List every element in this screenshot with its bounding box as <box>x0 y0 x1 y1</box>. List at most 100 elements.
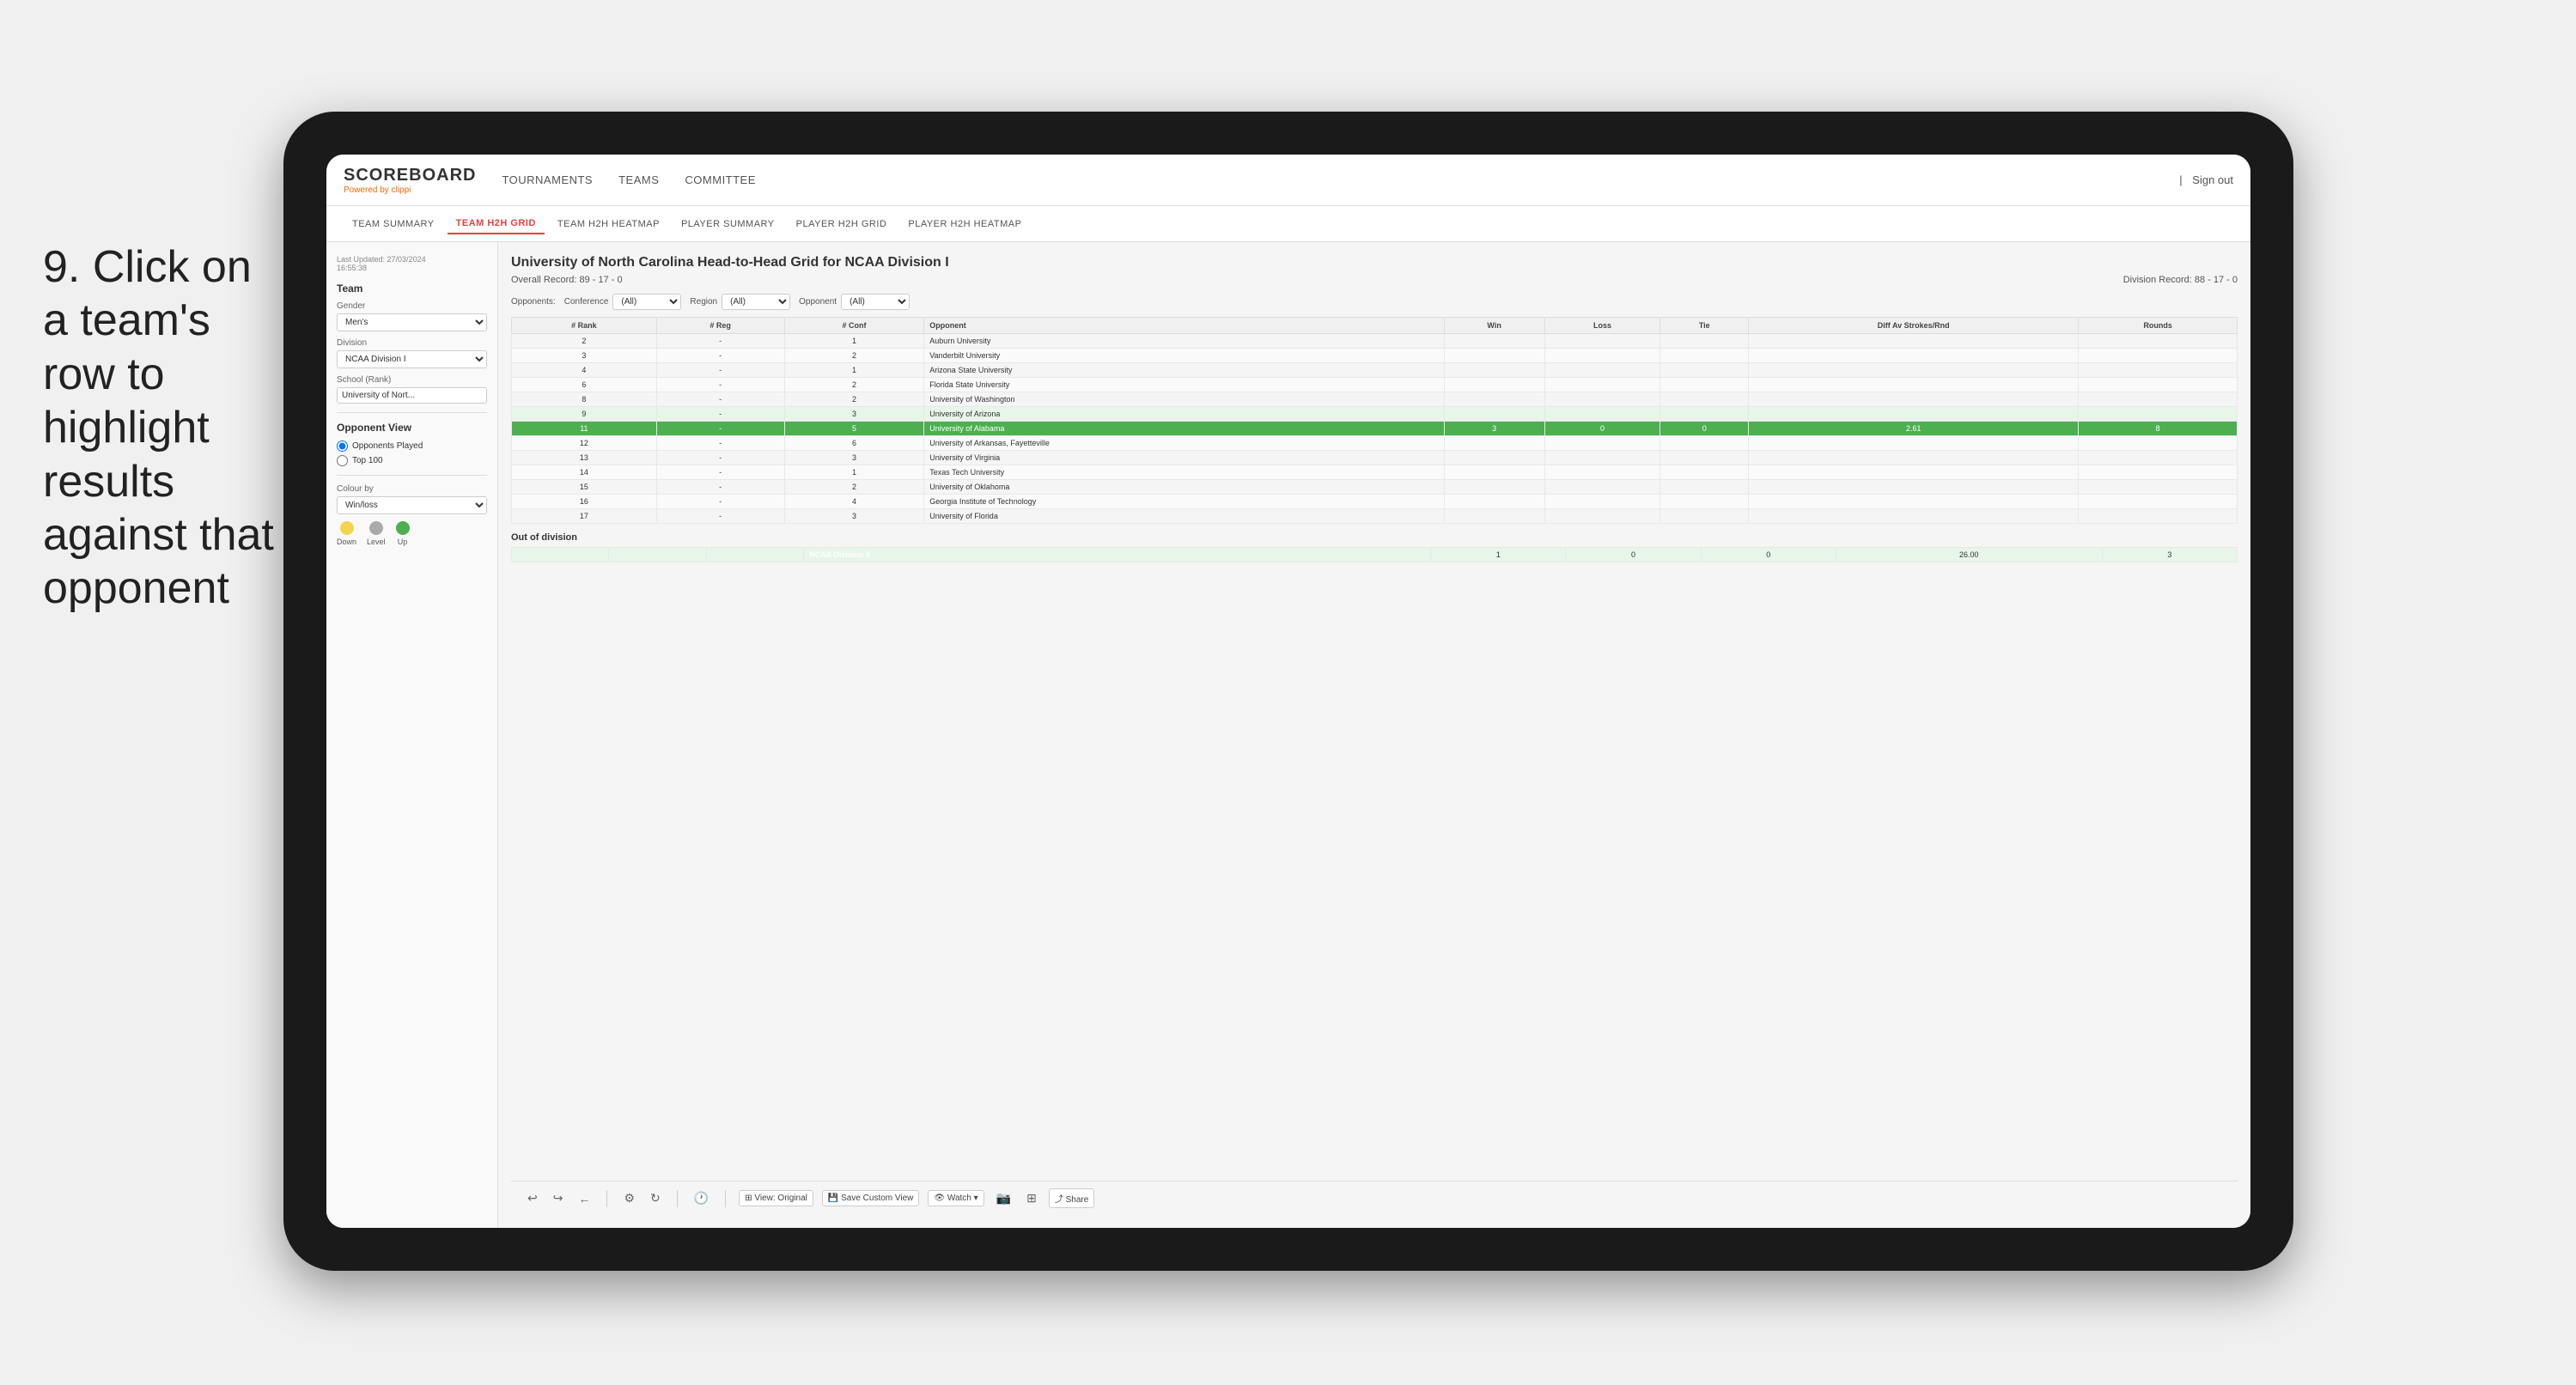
opponent-select[interactable]: (All) <box>841 294 910 310</box>
region-label: Region <box>690 297 717 307</box>
tab-player-h2h-grid[interactable]: PLAYER H2H GRID <box>788 215 896 234</box>
conference-select[interactable]: (All) <box>612 294 681 310</box>
table-row[interactable]: 9-3University of Arizona <box>512 407 2238 422</box>
out-of-division-table: NCAA Division II10026.003 <box>511 547 2238 562</box>
filter-opponent: Opponent (All) <box>799 294 910 310</box>
camera-btn[interactable]: 📷 <box>993 1189 1014 1207</box>
toolbar-sep2 <box>677 1190 678 1207</box>
radio-top-100[interactable]: Top 100 <box>337 455 487 466</box>
out-of-division-label: Out of division <box>511 532 2238 543</box>
region-select[interactable]: (All) <box>722 294 790 310</box>
clock-btn[interactable]: 🕐 <box>691 1189 712 1207</box>
logo-scoreboard: SCOREBOARD <box>344 166 476 185</box>
table-row[interactable]: 8-2University of Washington <box>512 392 2238 407</box>
records-row: Overall Record: 89 - 17 - 0 Division Rec… <box>511 275 2238 285</box>
nav-tournaments[interactable]: TOURNAMENTS <box>502 169 593 191</box>
instruction-text: 9. Click on a team's row to highlight re… <box>43 240 283 616</box>
tablet-screen: SCOREBOARD Powered by clippi TOURNAMENTS… <box>326 155 2250 1228</box>
table-container: # Rank # Reg # Conf Opponent Win Loss Ti… <box>511 317 2238 1181</box>
logo-area: SCOREBOARD Powered by clippi <box>344 166 476 195</box>
legend-down-label: Down <box>337 538 356 546</box>
gender-label: Gender <box>337 301 487 311</box>
legend-row: Down Level Up <box>337 521 487 546</box>
sub-nav: TEAM SUMMARY TEAM H2H GRID TEAM H2H HEAT… <box>326 206 2250 242</box>
colour-by-select[interactable]: Win/loss <box>337 496 487 514</box>
undo-btn[interactable]: ↩ <box>524 1189 541 1207</box>
col-opponent: Opponent <box>924 318 1444 334</box>
table-row[interactable]: 13-3University of Virginia <box>512 451 2238 465</box>
colour-by-label: Colour by <box>337 484 487 494</box>
instruction-number: 9. <box>43 242 80 292</box>
watch-btn[interactable]: 👁 Watch ▾ <box>928 1190 984 1206</box>
legend-down-circle <box>340 521 354 535</box>
logo-powered: Powered by clippi <box>344 185 476 195</box>
filter-conference: Conference (All) <box>564 294 682 310</box>
save-custom-btn[interactable]: 💾 Save Custom View <box>822 1190 920 1206</box>
sign-out-area[interactable]: | Sign out <box>2179 173 2233 186</box>
filter-opponents: Opponents: <box>511 297 556 307</box>
view-original-btn[interactable]: ⊞ View: Original <box>739 1190 813 1206</box>
table-row[interactable]: 6-2Florida State University <box>512 378 2238 392</box>
legend-level-circle <box>369 521 383 535</box>
tab-team-h2h-grid[interactable]: TEAM H2H GRID <box>448 214 545 234</box>
grid-btn[interactable]: ⊞ <box>1023 1189 1040 1207</box>
share-btn[interactable]: ⤴ Share <box>1049 1188 1094 1208</box>
col-diff: Diff Av Strokes/Rnd <box>1749 318 2079 334</box>
divider2 <box>337 475 487 476</box>
back-btn[interactable]: ← <box>575 1190 594 1207</box>
filter-region: Region (All) <box>690 294 790 310</box>
table-row[interactable]: 12-6University of Arkansas, Fayetteville <box>512 436 2238 451</box>
conference-label: Conference <box>564 297 609 307</box>
tab-player-h2h-heatmap[interactable]: PLAYER H2H HEATMAP <box>899 215 1030 234</box>
table-row[interactable]: 11-5University of Alabama3002.618 <box>512 422 2238 436</box>
h2h-table: # Rank # Reg # Conf Opponent Win Loss Ti… <box>511 317 2238 524</box>
table-row[interactable]: 17-3University of Florida <box>512 509 2238 524</box>
opponent-view-label: Opponent View <box>337 422 487 434</box>
gender-select[interactable]: Men's <box>337 313 487 331</box>
toolbar-sep3 <box>725 1190 726 1207</box>
tab-team-summary[interactable]: TEAM SUMMARY <box>344 215 443 234</box>
opponents-label: Opponents: <box>511 297 556 307</box>
settings-btn[interactable]: ⚙ <box>620 1189 638 1207</box>
opponent-radio-group: Opponents Played Top 100 <box>337 440 487 466</box>
school-label: School (Rank) <box>337 375 487 385</box>
right-content: University of North Carolina Head-to-Hea… <box>498 242 2250 1228</box>
division-record: Division Record: 88 - 17 - 0 <box>2123 275 2238 285</box>
legend-up-circle <box>396 521 410 535</box>
refresh-btn[interactable]: ↻ <box>647 1189 664 1207</box>
col-win: Win <box>1444 318 1544 334</box>
school-display: University of Nort... <box>337 387 487 404</box>
division-select[interactable]: NCAA Division I <box>337 350 487 368</box>
top-nav: SCOREBOARD Powered by clippi TOURNAMENTS… <box>326 155 2250 206</box>
divider <box>337 412 487 413</box>
nav-teams[interactable]: TEAMS <box>618 169 659 191</box>
table-row[interactable]: 4-1Arizona State University <box>512 363 2238 378</box>
nav-committee[interactable]: COMMITTEE <box>685 169 756 191</box>
table-row[interactable]: 3-2Vanderbilt University <box>512 349 2238 363</box>
legend-level-label: Level <box>367 538 386 546</box>
col-conf: # Conf <box>784 318 924 334</box>
table-row[interactable]: 16-4Georgia Institute of Technology <box>512 495 2238 509</box>
main-content: Last Updated: 27/03/2024 16:55:38 Team G… <box>326 242 2250 1228</box>
instruction-body: Click on a team's row to highlight resul… <box>43 242 274 613</box>
tab-player-summary[interactable]: PLAYER SUMMARY <box>673 215 783 234</box>
col-loss: Loss <box>1544 318 1660 334</box>
team-section-title: Team <box>337 282 487 295</box>
col-tie: Tie <box>1660 318 1749 334</box>
tab-team-h2h-heatmap[interactable]: TEAM H2H HEATMAP <box>549 215 668 234</box>
table-row[interactable]: 15-2University of Oklahoma <box>512 480 2238 495</box>
redo-btn[interactable]: ↪ <box>550 1189 567 1207</box>
filter-row: Opponents: Conference (All) Region (All) <box>511 294 2238 310</box>
legend-up-label: Up <box>398 538 408 546</box>
table-row[interactable]: 14-1Texas Tech University <box>512 465 2238 480</box>
table-row[interactable]: 2-1Auburn University <box>512 334 2238 349</box>
toolbar-sep1 <box>606 1190 607 1207</box>
radio-opponents-played[interactable]: Opponents Played <box>337 440 487 452</box>
tablet-frame: SCOREBOARD Powered by clippi TOURNAMENTS… <box>283 112 2293 1271</box>
bottom-toolbar: ↩ ↪ ← ⚙ ↻ 🕐 ⊞ View: Original 💾 Save Cust… <box>511 1181 2238 1215</box>
last-updated: Last Updated: 27/03/2024 16:55:38 <box>337 255 487 272</box>
opponent-label: Opponent <box>799 297 837 307</box>
division-label: Division <box>337 338 487 348</box>
sign-out-label[interactable]: Sign out <box>2192 173 2233 186</box>
out-of-division-row[interactable]: NCAA Division II10026.003 <box>512 548 2238 562</box>
